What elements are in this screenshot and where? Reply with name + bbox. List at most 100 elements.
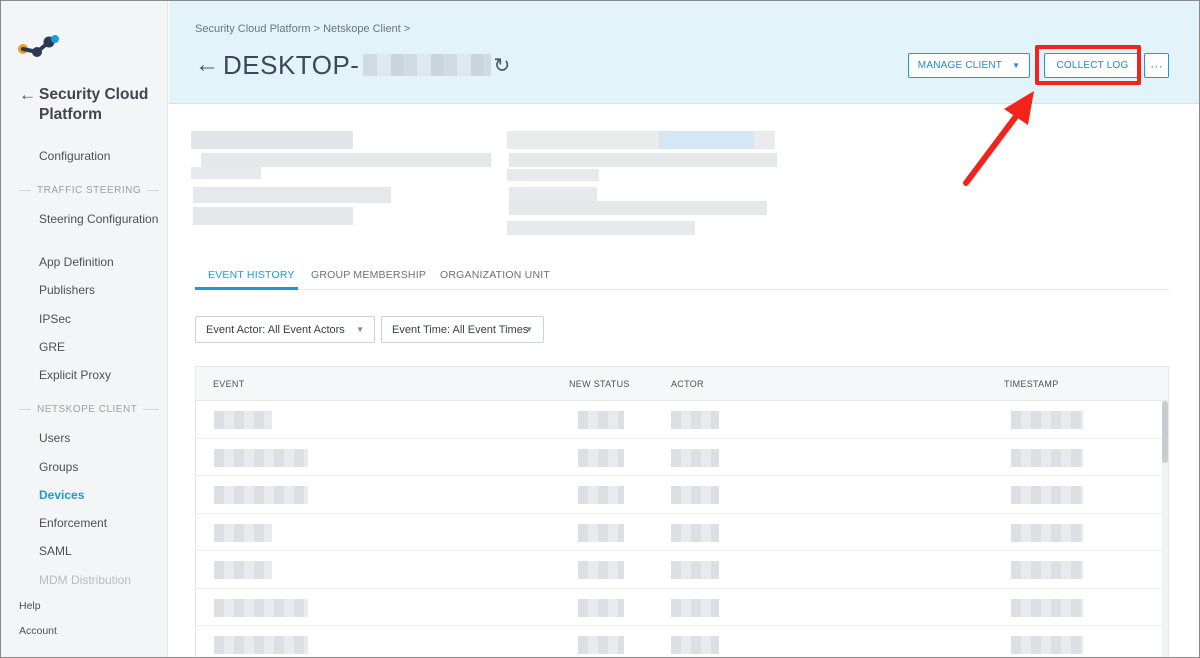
sidebar-item-explicit-proxy[interactable]: Explicit Proxy: [39, 368, 159, 383]
tab-organization-unit[interactable]: ORGANIZATION UNIT: [440, 269, 550, 281]
redacted-info: [193, 207, 353, 225]
sidebar-item-ipsec[interactable]: IPSec: [39, 312, 159, 327]
redacted-cell: [214, 636, 308, 654]
redacted-info: [191, 167, 261, 179]
active-tab-indicator: [195, 287, 298, 290]
column-new-status[interactable]: NEW STATUS: [569, 379, 630, 389]
redacted-cell: [214, 561, 272, 579]
redacted-cell: [578, 598, 624, 617]
redacted-cell: [578, 486, 624, 504]
event-actor-filter-label: Event Actor: All Event Actors: [206, 323, 345, 336]
redacted-info: [507, 221, 695, 235]
account-link[interactable]: Account: [19, 625, 57, 637]
scrollbar-thumb[interactable]: [1162, 401, 1168, 463]
redacted-cell: [214, 598, 308, 617]
redacted-cell: [671, 598, 719, 617]
manage-client-button[interactable]: MANAGE CLIENT ▼: [908, 53, 1030, 78]
sidebar-item-users[interactable]: Users: [39, 431, 159, 446]
sidebar-item-configuration[interactable]: Configuration: [39, 149, 159, 164]
table-scrollbar[interactable]: [1162, 401, 1168, 657]
redacted-cell: [671, 448, 719, 467]
redacted-info: [193, 187, 391, 203]
redacted-cell: [578, 561, 624, 579]
redacted-cell: [1011, 598, 1083, 617]
event-time-filter-label: Event Time: All Event Times: [392, 323, 529, 336]
page-title: DESKTOP-: [223, 49, 360, 80]
redacted-cell: [1011, 636, 1083, 654]
sidebar-item-devices[interactable]: Devices: [39, 488, 159, 503]
app-window: ← Security Cloud Platform Configuration …: [0, 0, 1200, 658]
redacted-cell: [1011, 411, 1083, 429]
chevron-down-icon: ▼: [356, 325, 364, 334]
redacted-info: [659, 131, 754, 149]
event-history-table: EVENT NEW STATUS ACTOR TIMESTAMP: [195, 366, 1169, 657]
table-row[interactable]: [196, 476, 1166, 514]
chevron-down-icon: ▼: [525, 325, 533, 334]
table-row[interactable]: [196, 626, 1166, 657]
redacted-cell: [578, 523, 624, 542]
redacted-cell: [1011, 486, 1083, 504]
redacted-cell: [578, 411, 624, 429]
redacted-info: [191, 131, 353, 149]
netskope-logo-icon: [18, 35, 59, 57]
chevron-down-icon: ▼: [1012, 61, 1021, 70]
more-options-button[interactable]: ···: [1144, 53, 1169, 78]
redacted-info: [507, 169, 599, 181]
annotation-arrow-icon: [963, 91, 1034, 186]
redacted-cell: [214, 486, 308, 504]
sidebar-item-gre[interactable]: GRE: [39, 340, 159, 355]
redacted-cell: [1011, 561, 1083, 579]
event-actor-filter[interactable]: Event Actor: All Event Actors ▼: [195, 316, 375, 343]
redacted-info: [509, 187, 597, 201]
section-label-text: NETSKOPE CLIENT: [37, 404, 138, 415]
redacted-cell: [578, 448, 624, 467]
table-row[interactable]: [196, 401, 1166, 439]
redacted-cell: [214, 448, 308, 467]
redacted-cell: [671, 411, 719, 429]
redacted-cell: [214, 523, 272, 542]
redacted-cell: [1011, 448, 1083, 467]
event-time-filter[interactable]: Event Time: All Event Times ▼: [381, 316, 544, 343]
refresh-icon[interactable]: ↻: [493, 53, 510, 78]
redacted-info: [509, 201, 767, 215]
table-row[interactable]: [196, 551, 1166, 589]
redacted-cell: [671, 636, 719, 654]
collect-log-highlight: [1035, 45, 1141, 85]
sidebar-item-enforcement[interactable]: Enforcement: [39, 516, 159, 531]
redacted-cell: [671, 561, 719, 579]
redacted-hostname: [363, 54, 492, 76]
section-label-text: TRAFFIC STEERING: [37, 185, 142, 196]
redacted-cell: [214, 411, 272, 429]
sidebar: ← Security Cloud Platform Configuration …: [1, 1, 168, 657]
table-row[interactable]: [196, 514, 1166, 551]
tab-group-membership[interactable]: GROUP MEMBERSHIP: [311, 269, 426, 281]
redacted-info: [509, 153, 777, 167]
table-header: EVENT NEW STATUS ACTOR TIMESTAMP: [196, 367, 1168, 401]
table-row[interactable]: [196, 439, 1166, 476]
back-arrow-icon[interactable]: ←: [195, 51, 219, 79]
tab-bar: EVENT HISTORY GROUP MEMBERSHIP ORGANIZAT…: [195, 263, 1169, 290]
column-actor[interactable]: ACTOR: [671, 379, 704, 389]
page-title-row: ← DESKTOP- ↻: [195, 49, 510, 81]
sidebar-item-app-definition[interactable]: App Definition: [39, 255, 159, 270]
sidebar-item-mdm-distribution[interactable]: MDM Distribution: [39, 573, 159, 588]
redacted-cell: [578, 636, 624, 654]
section-traffic-steering: TRAFFIC STEERING: [19, 185, 159, 196]
help-link[interactable]: Help: [19, 600, 41, 612]
column-event[interactable]: EVENT: [213, 379, 245, 389]
tab-event-history[interactable]: EVENT HISTORY: [208, 269, 295, 281]
redacted-info: [201, 153, 491, 167]
table-row[interactable]: [196, 589, 1166, 626]
arrow-left-icon: ←: [19, 85, 36, 104]
breadcrumb[interactable]: Security Cloud Platform > Netskope Clien…: [195, 23, 410, 35]
section-netskope-client: NETSKOPE CLIENT: [19, 404, 159, 415]
manage-client-label: MANAGE CLIENT: [917, 60, 1003, 71]
sidebar-item-publishers[interactable]: Publishers: [39, 283, 159, 298]
redacted-cell: [671, 523, 719, 542]
sidebar-item-saml[interactable]: SAML: [39, 544, 159, 559]
platform-title: Security Cloud Platform: [39, 86, 149, 123]
sidebar-item-groups[interactable]: Groups: [39, 460, 159, 475]
sidebar-item-steering-configuration[interactable]: Steering Configuration: [39, 212, 159, 227]
column-timestamp[interactable]: TIMESTAMP: [1004, 379, 1059, 389]
redacted-cell: [671, 486, 719, 504]
